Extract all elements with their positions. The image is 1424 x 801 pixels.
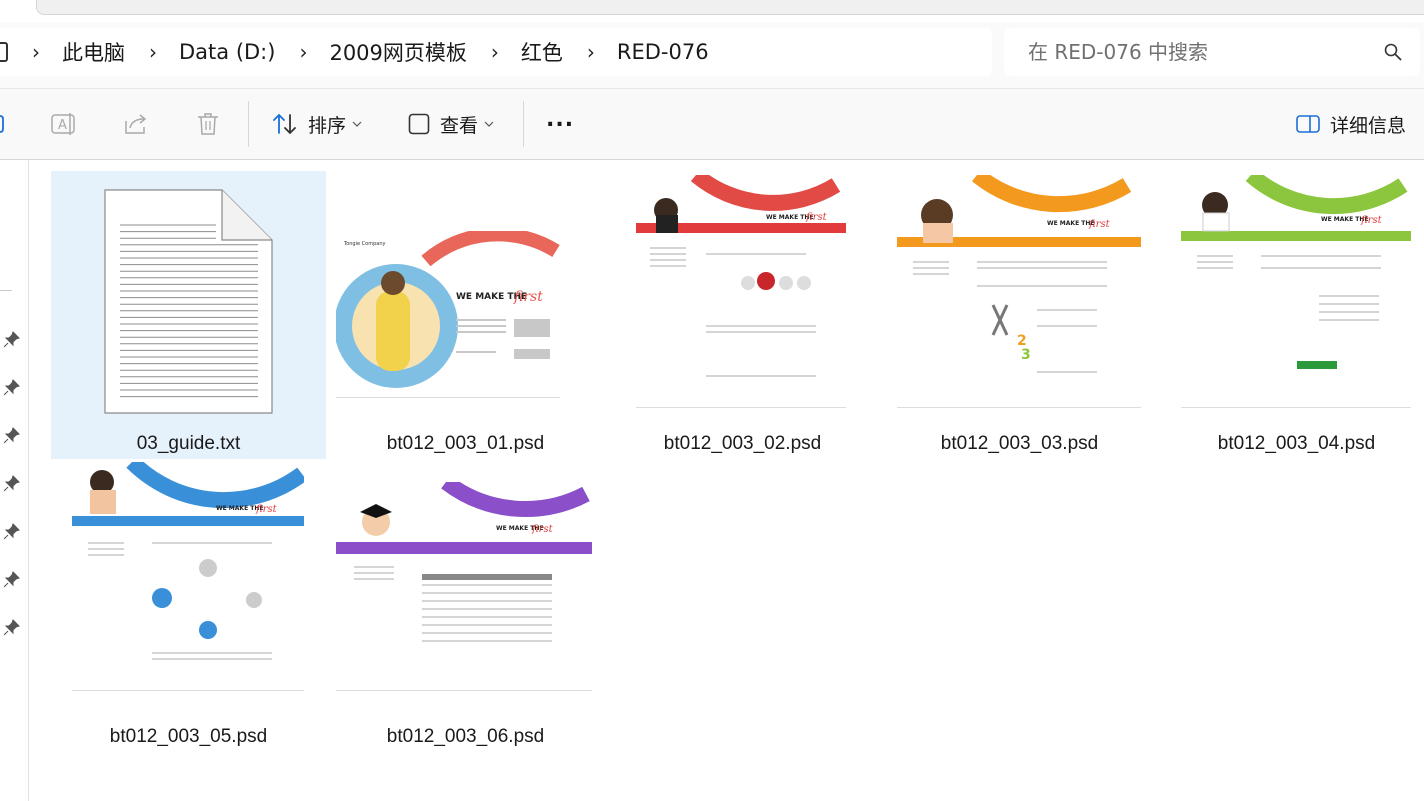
svg-text:first: first	[531, 524, 554, 535]
file-item[interactable]: WE MAKE THE first bt012_003_05.psd	[51, 462, 326, 752]
breadcrumb-current-folder[interactable]: RED-076	[617, 40, 709, 64]
file-item[interactable]: WE MAKE THE first bt012_003_04.psd	[1159, 171, 1424, 459]
sort-button[interactable]: 排序	[272, 89, 362, 159]
details-label: 详细信息	[1330, 114, 1407, 137]
sort-label: 排序	[308, 114, 347, 137]
chevron-down-icon	[484, 121, 494, 127]
rename-icon: A	[51, 113, 75, 135]
title-strip	[0, 0, 1424, 22]
svg-text:first: first	[1088, 219, 1111, 230]
psd-thumbnail: WE MAKE THE first	[336, 482, 592, 702]
chevron-right-icon[interactable]: ›	[587, 42, 595, 62]
psd-thumbnail: WE MAKE THE first	[1181, 175, 1411, 419]
new-item-icon	[0, 115, 4, 133]
divider	[0, 290, 12, 291]
view-icon	[408, 113, 430, 135]
trash-icon	[198, 113, 218, 135]
rename-button[interactable]: A	[50, 89, 78, 159]
search-box	[1004, 28, 1420, 76]
chevron-down-icon	[352, 121, 362, 127]
breadcrumb-red[interactable]: 红色	[521, 37, 563, 67]
view-button[interactable]: 查看	[408, 89, 494, 159]
chevron-right-icon[interactable]: ›	[491, 42, 499, 62]
view-label: 查看	[440, 114, 479, 137]
file-name: bt012_003_04.psd	[1217, 433, 1376, 454]
file-item[interactable]: WE MAKE THE first bt012_003_06.psd	[328, 462, 603, 752]
psd-thumbnail: WE MAKE THE first 2 3	[897, 175, 1141, 419]
new-item-button[interactable]	[0, 89, 8, 159]
svg-text:3: 3	[1021, 347, 1031, 363]
tab-bar	[36, 0, 1424, 15]
search-input[interactable]	[1026, 39, 1370, 65]
pin-icon[interactable]	[3, 330, 21, 348]
file-name: bt012_003_03.psd	[940, 433, 1099, 454]
pin-icon[interactable]	[3, 618, 21, 636]
breadcrumb-templates[interactable]: 2009网页模板	[329, 37, 466, 67]
file-item[interactable]: WE MAKE THE first 2 3 bt012_003_03.psd	[882, 171, 1157, 459]
svg-text:first: first	[513, 289, 543, 305]
details-pane-icon	[1296, 115, 1320, 133]
svg-text:first: first	[805, 212, 828, 223]
breadcrumb-this-pc[interactable]: 此电脑	[62, 37, 125, 67]
pin-icon[interactable]	[3, 378, 21, 396]
pin-icon[interactable]	[3, 570, 21, 588]
sort-icon	[273, 113, 296, 135]
svg-text:Tongie Company: Tongie Company	[343, 241, 385, 247]
file-name: bt012_003_05.psd	[109, 726, 268, 747]
chevron-right-icon[interactable]: ›	[32, 42, 40, 62]
address-row: › 此电脑 › Data (D:) › 2009网页模板 › 红色 › RED-…	[0, 22, 1424, 88]
svg-text:WE MAKE THE: WE MAKE THE	[1047, 220, 1094, 227]
share-icon	[125, 114, 147, 134]
psd-thumbnail: WE MAKE THE first	[72, 462, 304, 702]
pin-icon[interactable]	[3, 474, 21, 492]
share-button[interactable]	[122, 89, 150, 159]
command-bar: A 排序 查看 ... 详细信息	[0, 89, 1424, 160]
psd-thumbnail: WE MAKE THE first Tongie Company	[336, 231, 560, 411]
file-item[interactable]: WE MAKE THE first Tongie Company bt012_0…	[328, 171, 603, 459]
computer-icon[interactable]	[0, 42, 8, 62]
file-item[interactable]: 03_guide.txt	[51, 171, 326, 459]
more-icon: ...	[546, 106, 575, 132]
svg-text:first: first	[1360, 215, 1383, 226]
pin-icon[interactable]	[3, 426, 21, 444]
address-bar[interactable]: › 此电脑 › Data (D:) › 2009网页模板 › 红色 › RED-…	[0, 28, 992, 76]
file-name: bt012_003_01.psd	[386, 433, 545, 454]
breadcrumb-data-drive[interactable]: Data (D:)	[179, 40, 275, 64]
file-name: 03_guide.txt	[136, 433, 241, 454]
chevron-right-icon[interactable]: ›	[149, 42, 157, 62]
psd-thumbnail: WE MAKE THE first	[636, 175, 846, 419]
delete-button[interactable]	[195, 89, 221, 159]
chevron-right-icon[interactable]: ›	[299, 42, 307, 62]
text-document-icon	[104, 189, 273, 414]
toolbar-divider	[523, 101, 524, 147]
file-item[interactable]: WE MAKE THE first bt012_003_02.psd	[605, 171, 880, 459]
file-name: bt012_003_02.psd	[663, 433, 822, 454]
search-icon[interactable]	[1384, 43, 1402, 61]
more-options-button[interactable]: ...	[546, 89, 574, 159]
navigation-pane	[0, 160, 29, 801]
svg-text:first: first	[255, 504, 278, 515]
details-button[interactable]: 详细信息	[1296, 89, 1406, 159]
file-name: bt012_003_06.psd	[386, 726, 545, 747]
toolbar-divider	[248, 101, 249, 147]
pin-icon[interactable]	[3, 522, 21, 540]
file-grid: 03_guide.txt WE MAKE THE first Tongie Co…	[29, 160, 1424, 801]
svg-text:A: A	[58, 118, 67, 133]
